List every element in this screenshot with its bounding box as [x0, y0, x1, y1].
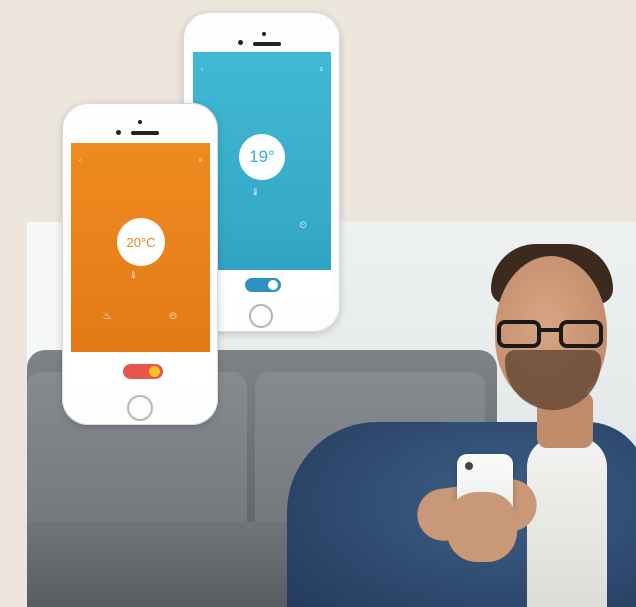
humidity-row: 🌡	[129, 271, 138, 279]
timer-icon: ⏲	[299, 220, 307, 231]
home-button[interactable]	[249, 304, 273, 328]
app-header: ‹ ≡	[193, 62, 331, 78]
front-camera	[116, 130, 121, 135]
front-camera	[138, 120, 142, 124]
temperature-dial[interactable]: 19°	[239, 134, 285, 180]
power-toggle[interactable]	[245, 278, 281, 292]
app-header: ‹ ≡	[71, 153, 210, 169]
home-button[interactable]	[127, 395, 153, 421]
back-arrow-icon[interactable]: ‹	[201, 62, 203, 78]
phone-front: ‹ ≡ 20°C 🌡 ♨ ⏲	[62, 103, 218, 425]
menu-icon[interactable]: ≡	[198, 153, 202, 169]
menu-icon[interactable]: ≡	[319, 62, 323, 78]
thermometer-icon: 🌡	[251, 189, 260, 196]
earpiece-speaker	[253, 42, 281, 46]
temperature-value: 19°	[249, 147, 275, 166]
timer-icon: ⏲	[169, 311, 177, 322]
temperature-value: 20°C	[126, 234, 156, 250]
thermometer-icon: 🌡	[129, 272, 138, 279]
humidity-row: 🌡	[251, 188, 260, 196]
power-toggle[interactable]	[123, 364, 163, 379]
steam-icon: ♨	[102, 311, 112, 322]
mode-timer-button[interactable]: ⏲	[151, 311, 195, 326]
front-camera	[238, 40, 243, 45]
control-bar	[71, 352, 210, 390]
temperature-dial[interactable]: 20°C	[117, 218, 165, 266]
back-arrow-icon[interactable]: ‹	[79, 153, 81, 169]
man-hand	[447, 492, 517, 562]
app-screen-heating: ‹ ≡ 20°C 🌡 ♨ ⏲	[71, 143, 210, 390]
mode-timer-button[interactable]: ⏲	[281, 220, 325, 235]
man-glasses	[497, 320, 605, 350]
earpiece-speaker	[131, 131, 159, 135]
mode-heat-button[interactable]: ♨	[85, 311, 129, 326]
front-camera	[262, 32, 266, 36]
man-tshirt	[527, 437, 607, 607]
